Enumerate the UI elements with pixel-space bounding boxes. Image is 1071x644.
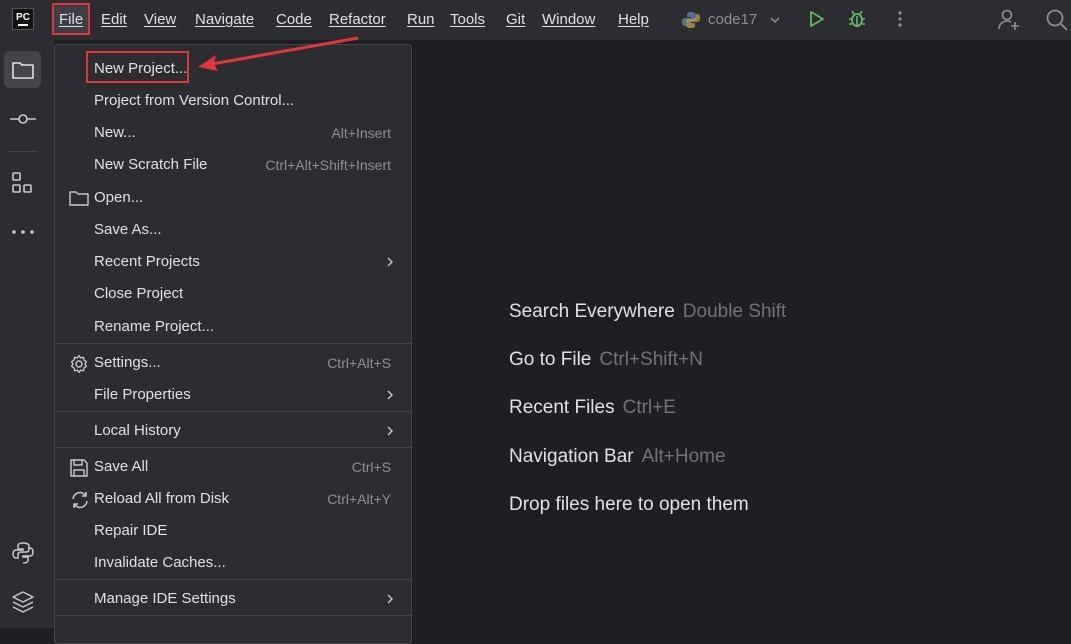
menu-label: Project from Version Control... xyxy=(94,92,295,109)
add-user-icon[interactable] xyxy=(996,7,1022,33)
menu-tools[interactable]: Tools xyxy=(450,11,485,28)
menu-shortcut: Alt+Insert xyxy=(331,125,391,141)
pycharm-logo: PC xyxy=(12,8,34,30)
menu-shortcut: Ctrl+S xyxy=(351,459,391,475)
editor-gutter xyxy=(46,40,54,628)
menu-reload-all[interactable]: Reload All from Disk Ctrl+Alt+Y xyxy=(55,485,411,513)
file-menu-dropdown: New Project... Project from Version Cont… xyxy=(54,44,412,644)
menu-open[interactable]: Open... xyxy=(55,184,411,212)
hint-label: Go to File xyxy=(509,349,592,370)
menu-label: Reload All from Disk xyxy=(94,490,230,507)
python-icon xyxy=(682,12,700,28)
folder-icon[interactable] xyxy=(11,59,35,81)
menu-shortcut: Ctrl+Alt+S xyxy=(327,355,391,371)
menu-label: Local History xyxy=(94,422,181,439)
menu-divider xyxy=(55,615,411,616)
menu-code[interactable]: Code xyxy=(276,11,312,28)
menu-label: Manage IDE Settings xyxy=(94,590,236,607)
menu-local-history[interactable]: Local History xyxy=(55,417,411,445)
debug-icon[interactable] xyxy=(846,8,868,30)
chevron-right-icon xyxy=(387,426,393,436)
menu-save-all[interactable]: Save All Ctrl+S xyxy=(55,453,411,481)
menu-run[interactable]: Run xyxy=(407,11,435,28)
folder-icon xyxy=(69,191,89,206)
hint-recent-files: Recent Files Ctrl+E xyxy=(509,397,676,419)
chevron-right-icon xyxy=(387,257,393,267)
menu-shortcut: Ctrl+Alt+Y xyxy=(327,491,391,507)
menu-manage-ide-settings[interactable]: Manage IDE Settings xyxy=(55,585,411,613)
menu-label: Rename Project... xyxy=(94,318,215,335)
gear-icon xyxy=(70,354,88,374)
menu-label: Open... xyxy=(94,189,144,206)
run-config-name[interactable]: code17 xyxy=(708,11,757,28)
hint-label: Recent Files xyxy=(509,397,615,418)
hint-go-to-file: Go to File Ctrl+Shift+N xyxy=(509,349,703,371)
more-vertical-icon[interactable] xyxy=(893,9,907,29)
menu-refactor[interactable]: Refactor xyxy=(329,11,386,28)
more-icon[interactable] xyxy=(9,225,37,239)
hint-key: Ctrl+E xyxy=(622,397,676,418)
menu-label: Recent Projects xyxy=(94,253,200,270)
menu-file[interactable]: File xyxy=(59,11,83,28)
menu-invalidate-caches[interactable]: Invalidate Caches... xyxy=(55,549,411,577)
menu-divider xyxy=(55,447,411,448)
structure-icon[interactable] xyxy=(11,171,35,195)
strip-divider xyxy=(8,151,38,152)
commit-icon[interactable] xyxy=(9,110,37,128)
menu-shortcut: Ctrl+Alt+Shift+Insert xyxy=(265,157,391,173)
menu-help[interactable]: Help xyxy=(618,11,649,28)
hint-drop-files: Drop files here to open them xyxy=(509,494,749,516)
menu-view[interactable]: View xyxy=(144,11,176,28)
hint-key: Double Shift xyxy=(682,301,787,322)
menu-recent-projects[interactable]: Recent Projects xyxy=(55,248,411,276)
menu-new-scratch-file[interactable]: New Scratch File Ctrl+Alt+Shift+Insert xyxy=(55,151,411,179)
menu-divider xyxy=(55,343,411,344)
chevron-right-icon xyxy=(387,390,393,400)
menu-rename-project[interactable]: Rename Project... xyxy=(55,313,411,341)
chevron-down-icon[interactable] xyxy=(768,13,782,27)
menu-label: Settings... xyxy=(94,354,161,371)
menu-divider xyxy=(55,579,411,580)
logo-text: PC xyxy=(16,11,30,23)
menu-settings[interactable]: Settings... Ctrl+Alt+S xyxy=(55,349,411,377)
save-icon xyxy=(70,459,88,477)
menu-close-project[interactable]: Close Project xyxy=(55,280,411,308)
menu-label: Close Project xyxy=(94,285,184,302)
menu-label: New Scratch File xyxy=(94,156,208,173)
menu-label: Save All xyxy=(94,458,149,475)
menu-new[interactable]: New... Alt+Insert xyxy=(55,119,411,147)
menu-project-from-vcs[interactable]: Project from Version Control... xyxy=(55,87,411,115)
hint-key: Alt+Home xyxy=(641,446,726,467)
menu-git[interactable]: Git xyxy=(506,11,525,28)
hint-label: Navigation Bar xyxy=(509,446,634,467)
menu-navigate[interactable]: Navigate xyxy=(195,11,254,28)
hint-label: Search Everywhere xyxy=(509,301,675,322)
hint-key: Ctrl+Shift+N xyxy=(599,349,703,370)
new-project-highlight xyxy=(86,51,189,83)
hint-navigation-bar: Navigation Bar Alt+Home xyxy=(509,446,726,468)
layers-icon[interactable] xyxy=(10,589,36,615)
run-icon[interactable] xyxy=(806,9,826,29)
menu-file-properties[interactable]: File Properties xyxy=(55,381,411,409)
menu-label: Repair IDE xyxy=(94,522,168,539)
menu-edit[interactable]: Edit xyxy=(101,11,127,28)
reload-icon xyxy=(72,491,88,509)
menu-label: File Properties xyxy=(94,386,191,403)
menu-save-as[interactable]: Save As... xyxy=(55,216,411,244)
hint-label: Drop files here to open them xyxy=(509,494,749,515)
menu-label: Invalidate Caches... xyxy=(94,554,226,571)
menu-label: Save As... xyxy=(94,221,162,238)
search-icon[interactable] xyxy=(1044,7,1070,33)
chevron-right-icon xyxy=(387,594,393,604)
top-bar: PC File Edit View Navigate Code Refactor… xyxy=(0,0,1071,40)
python-console-icon[interactable] xyxy=(10,540,36,566)
menu-window[interactable]: Window xyxy=(542,11,595,28)
hint-search-everywhere: Search Everywhere Double Shift xyxy=(509,301,786,323)
menu-label: New... xyxy=(94,124,136,141)
menu-repair-ide[interactable]: Repair IDE xyxy=(55,517,411,545)
menu-divider xyxy=(55,411,411,412)
